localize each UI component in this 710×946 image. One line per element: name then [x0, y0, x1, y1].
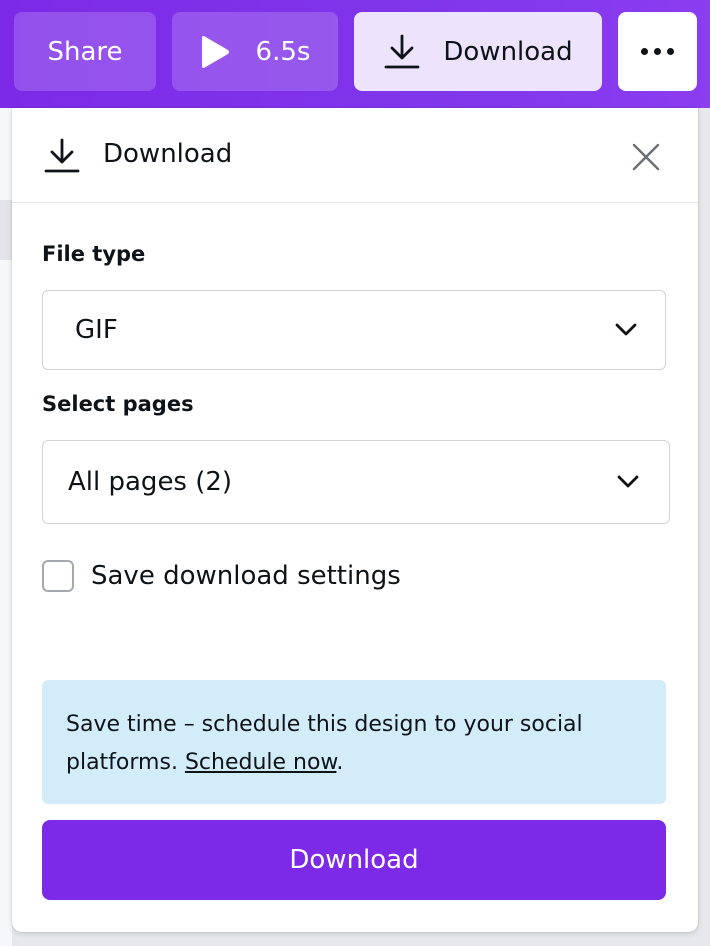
- file-type-value: GIF: [75, 315, 118, 345]
- top-toolbar: Share 6.5s Download: [0, 0, 710, 108]
- panel-title: Download: [103, 139, 233, 169]
- play-preview-button[interactable]: 6.5s: [172, 12, 338, 91]
- download-button-label: Download: [289, 845, 419, 875]
- download-panel: Download File type GIF Select pages All …: [12, 108, 698, 932]
- select-pages-label: Select pages: [42, 392, 194, 416]
- download-button[interactable]: Download: [42, 820, 666, 900]
- save-settings-label[interactable]: Save download settings: [91, 561, 401, 591]
- panel-header: Download: [12, 108, 698, 203]
- select-pages-select[interactable]: All pages (2): [42, 440, 670, 524]
- save-settings-checkbox[interactable]: [42, 560, 74, 592]
- more-options-button[interactable]: [618, 12, 697, 91]
- play-duration: 6.5s: [255, 36, 311, 67]
- chevron-down-icon: [615, 323, 637, 337]
- share-button[interactable]: Share: [14, 12, 156, 91]
- background-canvas-divider: [0, 200, 12, 260]
- more-horizontal-icon: [641, 48, 674, 55]
- download-tab-label: Download: [443, 36, 573, 67]
- play-icon: [200, 35, 230, 69]
- download-icon: [43, 138, 81, 174]
- file-type-select[interactable]: GIF: [42, 290, 666, 370]
- file-type-label: File type: [42, 242, 146, 266]
- schedule-now-link[interactable]: Schedule now: [185, 750, 336, 775]
- close-icon[interactable]: [628, 139, 664, 175]
- download-tab-button[interactable]: Download: [354, 12, 602, 91]
- save-settings-row: Save download settings: [42, 560, 401, 592]
- download-icon: [383, 34, 421, 70]
- chevron-down-icon: [617, 475, 639, 489]
- select-pages-value: All pages (2): [68, 467, 233, 497]
- share-label: Share: [47, 36, 123, 67]
- info-text-end: .: [336, 750, 344, 775]
- schedule-info-box: Save time – schedule this design to your…: [42, 680, 666, 804]
